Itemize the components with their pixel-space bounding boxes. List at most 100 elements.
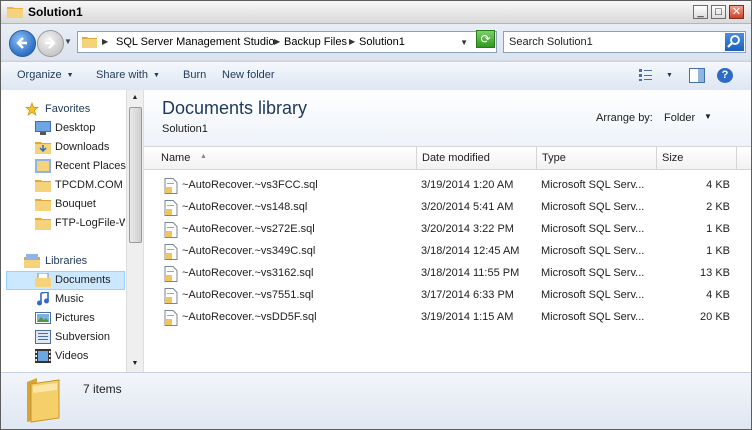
row-size: 1 KB: [706, 223, 730, 235]
row-size: 1 KB: [706, 245, 730, 257]
folder-icon: [35, 218, 51, 230]
address-box[interactable]: ▶ SQL Server Management Studio ▶ Backup …: [77, 31, 497, 53]
breadcrumb-separator[interactable]: ▶: [274, 37, 280, 46]
new-folder-button[interactable]: New folder: [222, 69, 275, 81]
refresh-button[interactable]: ⟳: [476, 30, 495, 48]
search-button[interactable]: [725, 33, 744, 51]
organize-menu[interactable]: Organize ▼: [17, 69, 74, 81]
view-dropdown-button[interactable]: ▼: [666, 72, 673, 79]
nav-bouquet[interactable]: Bouquet: [1, 195, 125, 214]
subversion-icon: [35, 330, 51, 344]
nav-recent-places[interactable]: Recent Places: [1, 157, 126, 176]
burn-button[interactable]: Burn: [183, 69, 206, 81]
minimize-button[interactable]: _: [693, 5, 708, 19]
table-row[interactable]: ~AutoRecover.~vs7551.sql 3/17/2014 6:33 …: [144, 285, 751, 307]
back-arrow-icon: [16, 37, 27, 49]
scroll-up-arrow[interactable]: ▲: [127, 90, 143, 106]
row-size: 4 KB: [706, 179, 730, 191]
libraries-icon: [24, 254, 40, 268]
table-row[interactable]: ~AutoRecover.~vsDD5F.sql 3/19/2014 1:15 …: [144, 307, 751, 329]
search-box[interactable]: [503, 31, 746, 53]
row-date: 3/20/2014 3:22 PM: [421, 223, 514, 235]
recent-pages-dropdown[interactable]: ▼: [64, 37, 72, 46]
nav-pictures[interactable]: Pictures: [1, 309, 125, 328]
address-dropdown[interactable]: ▼: [460, 38, 468, 47]
nav-documents[interactable]: Documents: [6, 271, 125, 290]
column-date-modified[interactable]: Date modified: [417, 147, 537, 169]
column-date-modified-label: Date modified: [422, 152, 490, 164]
forward-button[interactable]: [37, 30, 64, 57]
row-name: ~AutoRecover.~vs349C.sql: [182, 245, 316, 257]
table-row[interactable]: ~AutoRecover.~vs3162.sql 3/18/2014 11:55…: [144, 263, 751, 285]
title-bar[interactable]: Solution1 _ □ ✕: [1, 1, 751, 24]
nav-videos[interactable]: Videos: [1, 347, 125, 366]
recent-places-icon: [35, 159, 51, 173]
table-row[interactable]: ~AutoRecover.~vs3FCC.sql 3/19/2014 1:20 …: [144, 175, 751, 197]
column-size[interactable]: Size: [657, 147, 737, 169]
nav-subversion[interactable]: Subversion: [1, 328, 125, 347]
breadcrumb-backup-files[interactable]: Backup Files: [284, 36, 347, 48]
breadcrumb-solution1[interactable]: Solution1: [359, 36, 405, 48]
row-date: 3/19/2014 1:20 AM: [421, 179, 514, 191]
address-bar-area: ▼ ▶ SQL Server Management Studio ▶ Backu…: [1, 24, 751, 60]
row-size: 20 KB: [700, 311, 730, 323]
row-date: 3/18/2014 11:55 PM: [421, 267, 520, 279]
folder-icon: [7, 7, 23, 18]
videos-icon: [35, 349, 51, 363]
share-with-label: Share with: [96, 69, 148, 81]
chevron-down-icon: ▼: [66, 72, 74, 79]
row-type: Microsoft SQL Serv...: [541, 179, 645, 191]
table-row[interactable]: ~AutoRecover.~vs148.sql 3/20/2014 5:41 A…: [144, 197, 751, 219]
nav-music[interactable]: Music: [1, 290, 125, 309]
row-date: 3/19/2014 1:15 AM: [421, 311, 514, 323]
search-input[interactable]: [509, 34, 719, 50]
row-type: Microsoft SQL Serv...: [541, 311, 645, 323]
folder-icon: [27, 378, 60, 423]
breadcrumb-sql-server-management-studio[interactable]: SQL Server Management Studio: [116, 36, 275, 48]
back-button[interactable]: [9, 30, 36, 57]
row-name: ~AutoRecover.~vs3FCC.sql: [182, 179, 318, 191]
nav-libraries[interactable]: Libraries: [1, 252, 125, 271]
row-type: Microsoft SQL Serv...: [541, 267, 645, 279]
nav-scrollbar[interactable]: ▲ ▼: [126, 90, 143, 372]
sql-file-icon: [164, 222, 178, 238]
row-size: 2 KB: [706, 201, 730, 213]
row-type: Microsoft SQL Serv...: [541, 223, 645, 235]
details-pane: 7 items: [1, 372, 751, 429]
scroll-thumb[interactable]: [129, 107, 142, 243]
sort-ascending-icon: ▲: [200, 153, 207, 160]
nav-desktop[interactable]: Desktop: [1, 119, 125, 138]
breadcrumb-separator[interactable]: ▶: [102, 37, 108, 46]
maximize-button[interactable]: □: [711, 5, 726, 19]
share-with-menu[interactable]: Share with ▼: [96, 69, 160, 81]
column-type[interactable]: Type: [537, 147, 657, 169]
table-row[interactable]: ~AutoRecover.~vs349C.sql 3/18/2014 12:45…: [144, 241, 751, 263]
view-options-icon[interactable]: [638, 68, 654, 82]
nav-ftp-logfile[interactable]: FTP-LogFile-Wa: [1, 214, 125, 233]
nav-favorites[interactable]: Favorites: [1, 100, 125, 119]
row-size: 4 KB: [706, 289, 730, 301]
table-row[interactable]: ~AutoRecover.~vs272E.sql 3/20/2014 3:22 …: [144, 219, 751, 241]
chevron-down-icon: ▼: [152, 72, 160, 79]
sql-file-icon: [164, 310, 178, 326]
column-name[interactable]: Name ▲: [156, 147, 417, 169]
nav-tpcdm-com[interactable]: TPCDM.COM: [1, 176, 125, 195]
arrange-by-value[interactable]: Folder: [664, 112, 695, 124]
column-name-label: Name: [161, 152, 191, 164]
library-header: Documents library Solution1 Arrange by: …: [144, 90, 751, 146]
row-type: Microsoft SQL Serv...: [541, 201, 645, 213]
nav-favorites-label: Favorites: [45, 103, 91, 115]
close-button[interactable]: ✕: [729, 5, 744, 19]
chevron-down-icon[interactable]: ▼: [704, 112, 712, 121]
library-title: Documents library: [162, 98, 308, 118]
breadcrumb-separator[interactable]: ▶: [349, 37, 355, 46]
help-icon[interactable]: ?: [717, 68, 733, 83]
nav-downloads[interactable]: Downloads: [1, 138, 125, 157]
nav-documents-label: Documents: [55, 274, 111, 286]
star-icon: [25, 102, 39, 116]
window-title: Solution1: [28, 5, 83, 19]
folder-icon: [35, 199, 51, 211]
preview-pane-icon[interactable]: [689, 68, 705, 83]
scroll-down-arrow[interactable]: ▼: [127, 356, 143, 372]
downloads-folder-icon: [35, 142, 51, 154]
